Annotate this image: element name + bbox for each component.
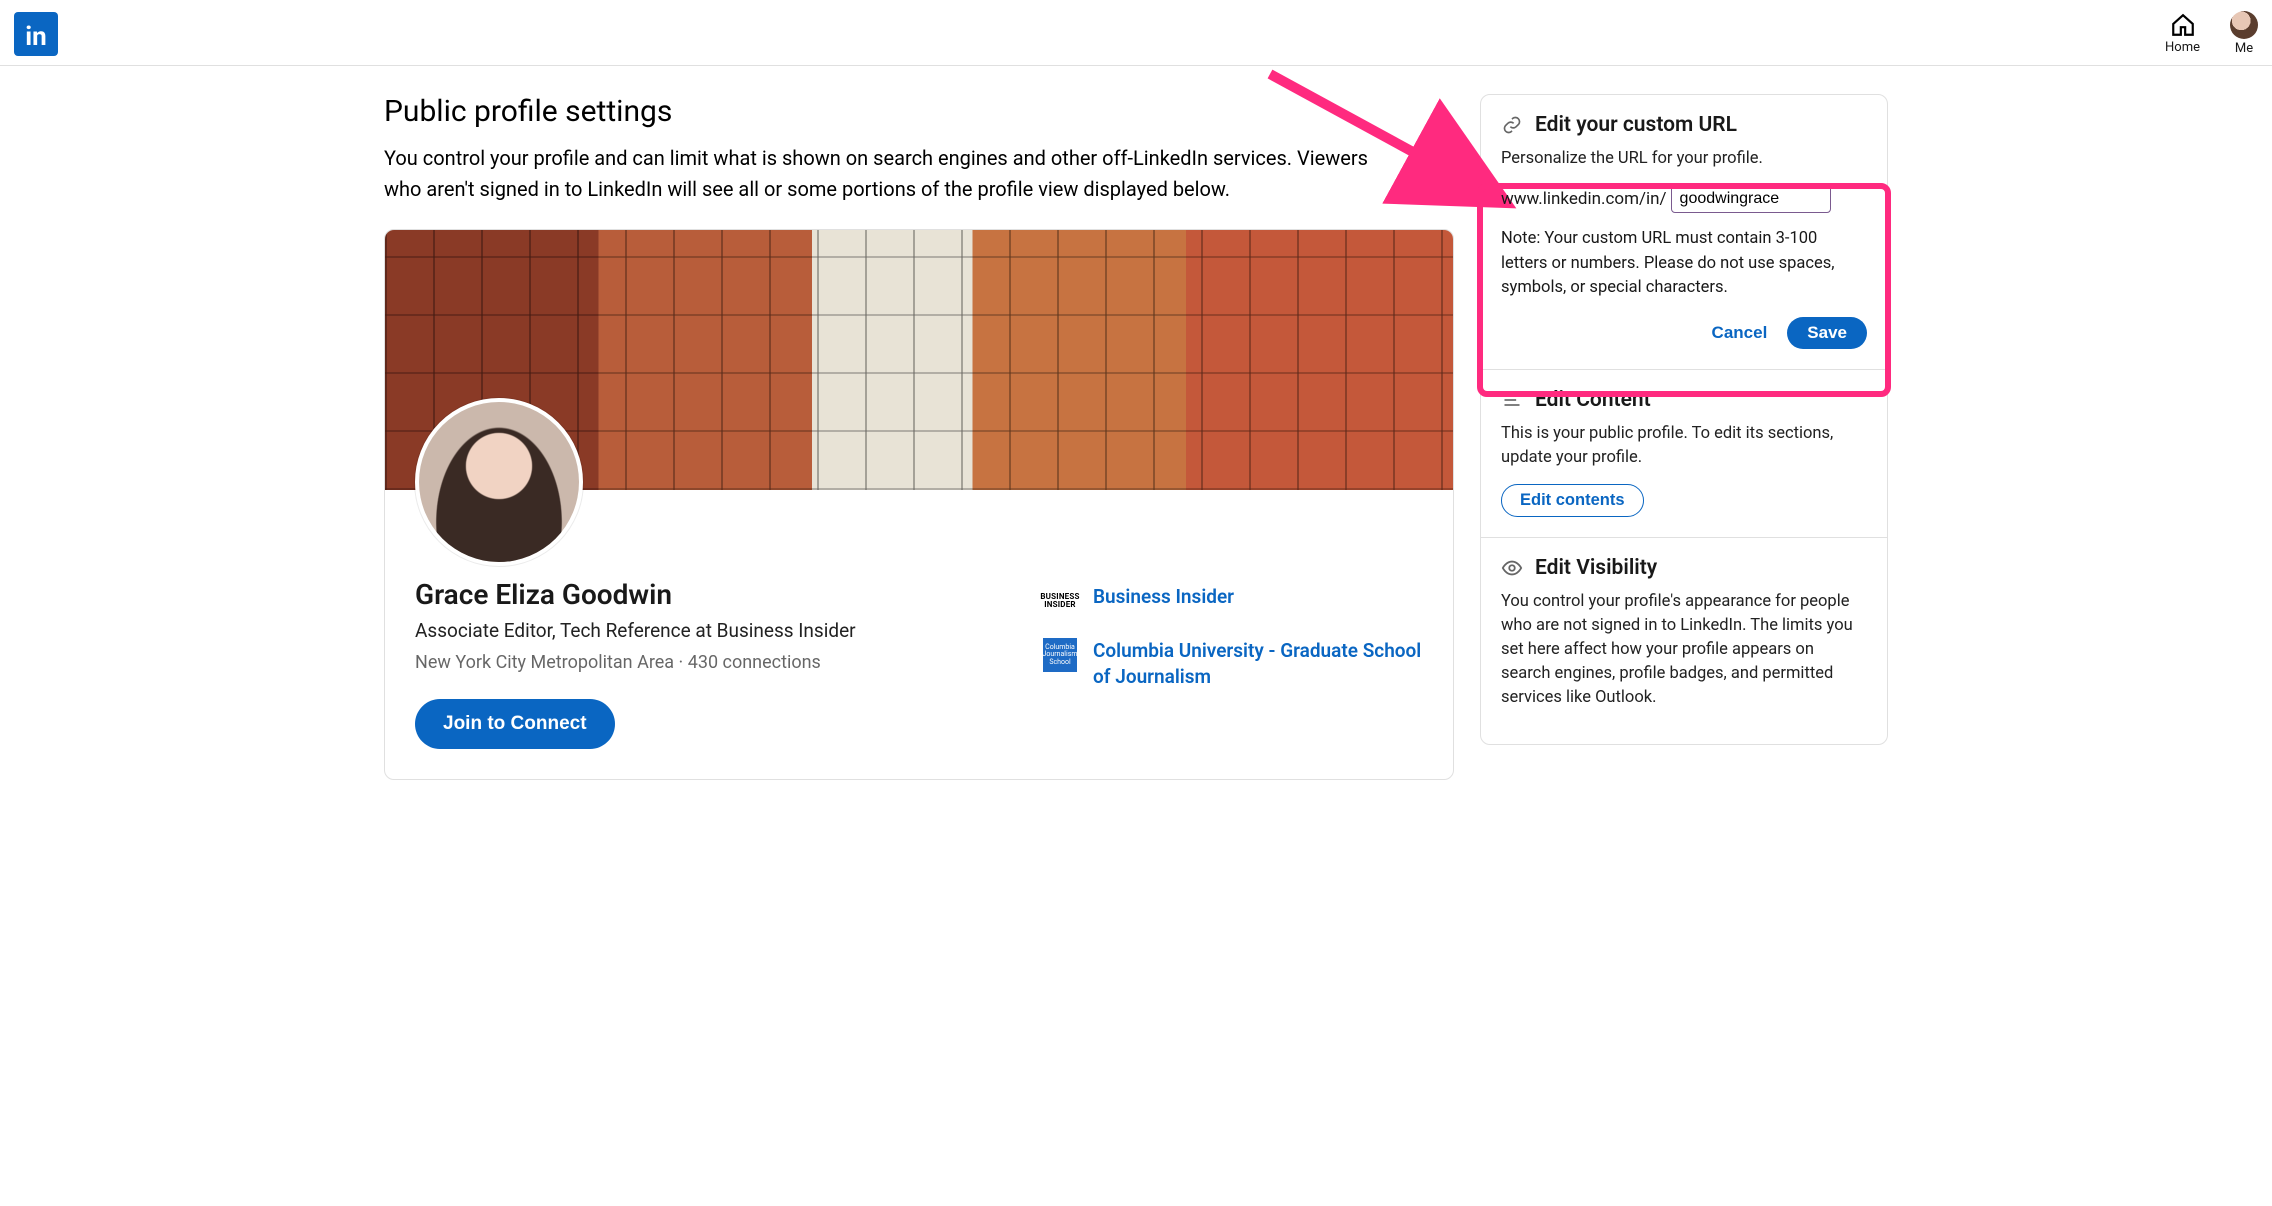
- profile-info: Grace Eliza Goodwin Associate Editor, Te…: [415, 578, 1003, 749]
- edit-visibility-section: Edit Visibility You control your profile…: [1481, 537, 1887, 744]
- profile-card: Grace Eliza Goodwin Associate Editor, Te…: [384, 229, 1454, 780]
- join-to-connect-button[interactable]: Join to Connect: [415, 699, 615, 749]
- edit-content-subtitle: This is your public profile. To edit its…: [1501, 422, 1867, 470]
- side-card: Edit your custom URL Personalize the URL…: [1480, 94, 1888, 745]
- org-business-insider[interactable]: BUSINESS INSIDER Business Insider: [1043, 584, 1423, 618]
- business-insider-logo: BUSINESS INSIDER: [1043, 584, 1077, 618]
- columbia-logo: Columbia Journalism School: [1043, 638, 1077, 672]
- edit-visibility-subtitle: You control your profile's appearance fo…: [1501, 590, 1867, 710]
- nav-home-label: Home: [2165, 40, 2200, 55]
- profile-avatar: [415, 398, 583, 566]
- edit-contents-button[interactable]: Edit contents: [1501, 484, 1644, 517]
- url-note: Note: Your custom URL must contain 3-100…: [1501, 227, 1867, 301]
- org-columbia[interactable]: Columbia Journalism School Columbia Univ…: [1043, 638, 1423, 689]
- url-prefix: www.linkedin.com/in/: [1501, 189, 1667, 209]
- edit-content-title: Edit Content: [1535, 388, 1651, 412]
- topbar: in Home Me: [0, 0, 2272, 66]
- link-icon: [1501, 114, 1523, 136]
- side-column: Edit your custom URL Personalize the URL…: [1480, 84, 1888, 780]
- avatar-icon: [2230, 11, 2258, 39]
- page-title: Public profile settings: [384, 94, 1454, 129]
- page-description: You control your profile and can limit w…: [384, 143, 1394, 205]
- edit-url-subtitle: Personalize the URL for your profile.: [1501, 147, 1867, 171]
- custom-url-input[interactable]: [1671, 185, 1831, 213]
- home-icon: [2170, 12, 2196, 38]
- edit-url-title: Edit your custom URL: [1535, 113, 1737, 137]
- org-link[interactable]: Columbia University - Graduate School of…: [1093, 638, 1423, 689]
- profile-headline: Associate Editor, Tech Reference at Busi…: [415, 619, 1003, 642]
- linkedin-logo[interactable]: in: [14, 12, 58, 56]
- topbar-right: Home Me: [2165, 11, 2258, 56]
- cancel-button[interactable]: Cancel: [1712, 323, 1768, 343]
- nav-me[interactable]: Me: [2230, 11, 2258, 56]
- nav-home[interactable]: Home: [2165, 12, 2200, 55]
- url-actions: Cancel Save: [1501, 317, 1867, 349]
- profile-orgs: BUSINESS INSIDER Business Insider Columb…: [1043, 578, 1423, 749]
- nav-me-label: Me: [2235, 41, 2253, 56]
- edit-content-section: Edit Content This is your public profile…: [1481, 369, 1887, 537]
- save-button[interactable]: Save: [1787, 317, 1867, 349]
- org-link[interactable]: Business Insider: [1093, 584, 1234, 610]
- edit-visibility-title: Edit Visibility: [1535, 556, 1657, 580]
- main-column: Public profile settings You control your…: [384, 84, 1454, 780]
- profile-location-connections: New York City Metropolitan Area · 430 co…: [415, 652, 1003, 673]
- list-icon: [1501, 389, 1523, 411]
- edit-url-section: Edit your custom URL Personalize the URL…: [1481, 95, 1887, 369]
- page-body: Public profile settings You control your…: [376, 66, 1896, 820]
- profile-name: Grace Eliza Goodwin: [415, 578, 1003, 611]
- eye-icon: [1501, 557, 1523, 579]
- avatar-image: [419, 402, 579, 562]
- url-row: www.linkedin.com/in/: [1501, 185, 1867, 213]
